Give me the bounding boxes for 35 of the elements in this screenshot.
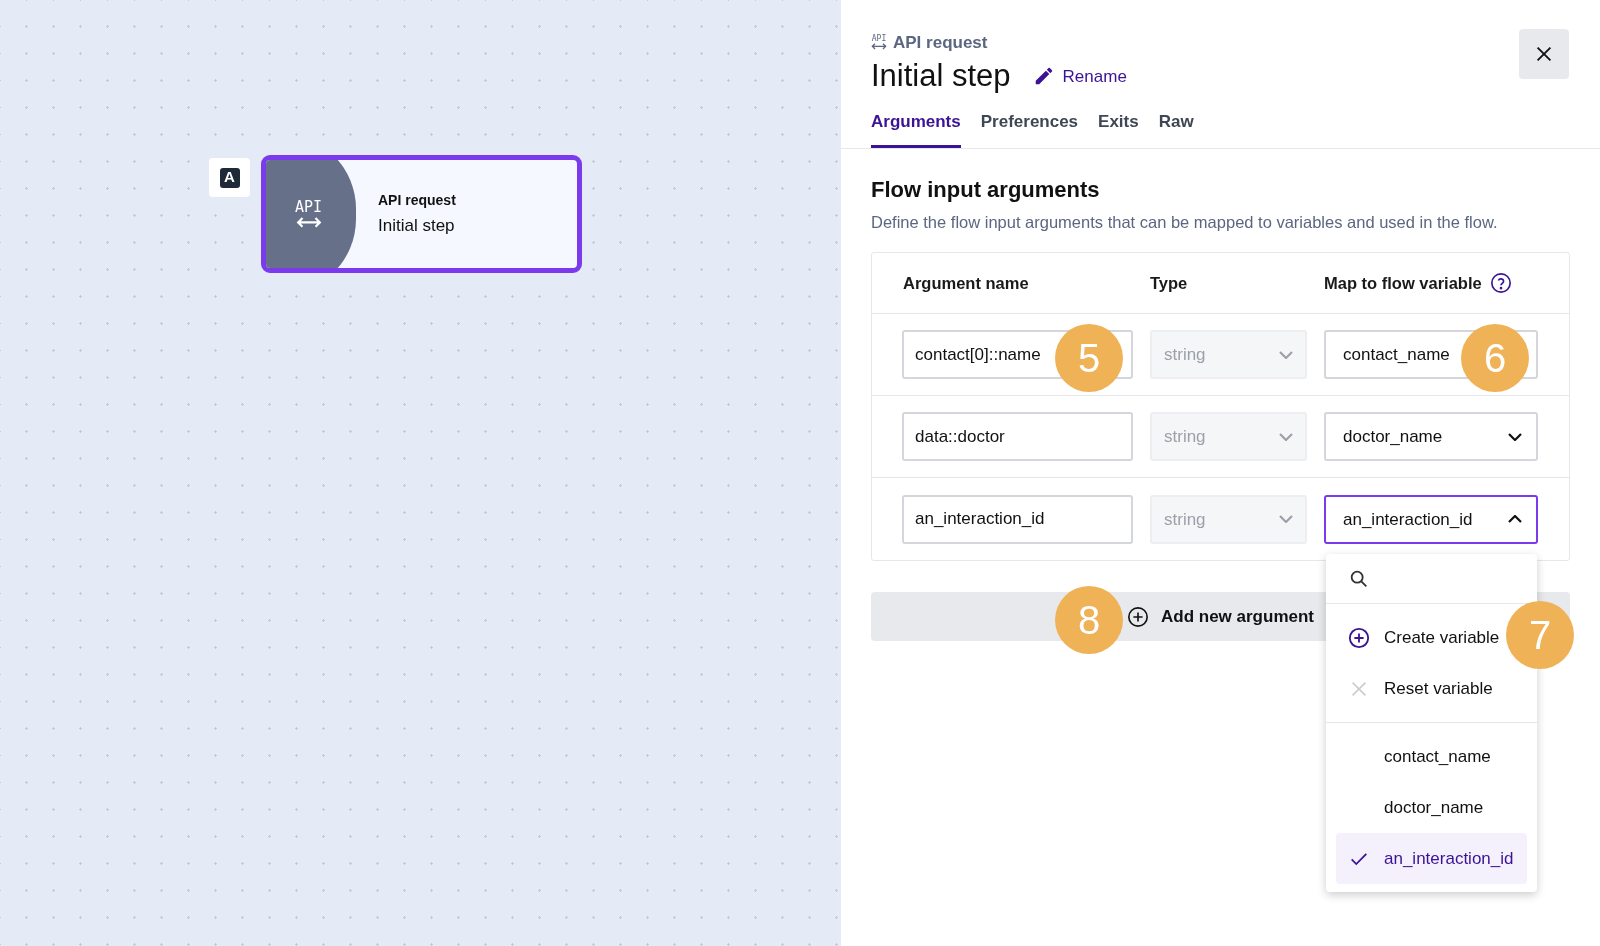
node-type: API request: [378, 190, 456, 210]
chevron-up-icon: [1508, 515, 1522, 524]
close-button[interactable]: [1519, 29, 1569, 79]
plus-circle-icon: [1127, 605, 1149, 628]
node-label-icon: A: [219, 167, 240, 188]
flow-node[interactable]: API API request Initial step: [261, 155, 582, 273]
chevron-down-icon: [1279, 432, 1293, 441]
section-title: Flow input arguments: [871, 175, 1101, 204]
argument-name-field[interactable]: an_interaction_id: [902, 494, 1133, 544]
variable-select[interactable]: an_interaction_id: [1324, 494, 1538, 544]
tab[interactable]: Preferences: [980, 109, 1079, 148]
argument-name-field[interactable]: data::doctor: [902, 412, 1133, 462]
column-header: Argument name: [903, 273, 1029, 294]
chevron-down-icon: [1279, 515, 1293, 524]
variable-select[interactable]: doctor_name: [1324, 412, 1538, 462]
menu-option[interactable]: doctor_name: [1336, 782, 1527, 833]
menu-option[interactable]: an_interaction_id: [1336, 833, 1527, 884]
api-label-icon: API: [294, 200, 323, 216]
column-header: Type: [1150, 273, 1188, 294]
chevron-down-icon: [1279, 350, 1293, 359]
section-description: Define the flow input arguments that can be mapped to variables and used in the flow.: [871, 211, 1499, 233]
help-icon: [1489, 272, 1512, 295]
tab[interactable]: Arguments: [871, 109, 961, 148]
column-header: Map to flow variable: [1324, 273, 1482, 294]
double-arrow-icon: [295, 217, 322, 228]
chevron-down-icon: [1508, 432, 1522, 441]
rename-button[interactable]: Rename: [1032, 63, 1127, 90]
panel-subtitle: API request: [893, 32, 988, 54]
plus-circle-icon: [1348, 626, 1370, 649]
tab[interactable]: Exits: [1098, 109, 1139, 148]
tab[interactable]: Raw: [1158, 109, 1194, 148]
panel-title: Initial step: [871, 57, 1011, 94]
menu-option[interactable]: contact_name: [1336, 731, 1527, 782]
node-title: Initial step: [378, 214, 456, 237]
menu-item[interactable]: Reset variable: [1326, 663, 1493, 714]
